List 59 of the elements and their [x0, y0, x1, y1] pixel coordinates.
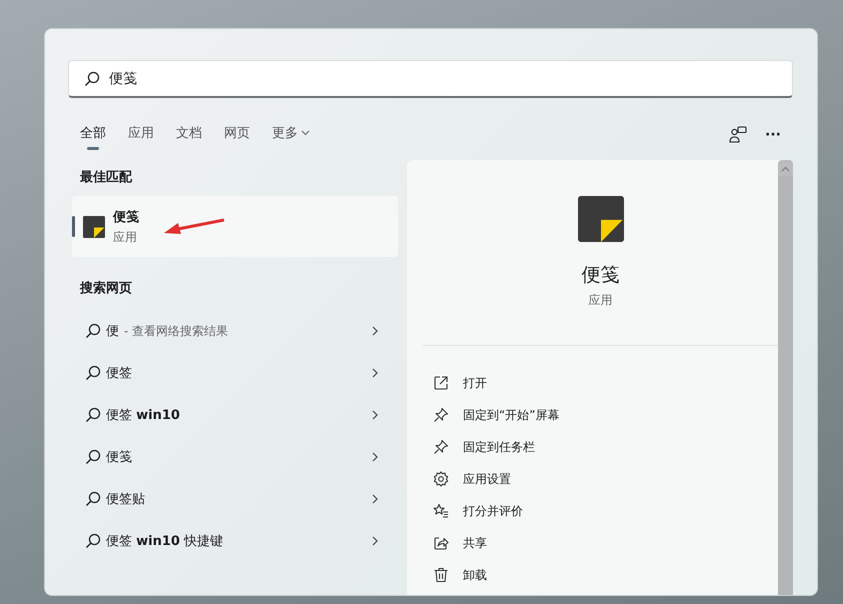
search-icon: [85, 323, 101, 339]
chevron-up-icon: [781, 166, 790, 172]
search-icon: [85, 449, 101, 465]
action-item[interactable]: 固定到“开始”屏幕: [423, 399, 778, 431]
result-text: 便签贴: [106, 491, 145, 508]
more-button[interactable]: ···: [763, 125, 783, 145]
chevron-right-icon: [372, 368, 378, 378]
web-result[interactable]: 便签 win10 快捷键: [72, 520, 398, 562]
search-icon: [85, 407, 101, 423]
result-text: 便笺: [106, 449, 132, 466]
web-result[interactable]: 便笺: [72, 436, 398, 478]
search-icon: [85, 533, 101, 549]
result-hint: - 查看网络搜索结果: [124, 322, 228, 340]
trash-icon: [433, 567, 449, 583]
web-result[interactable]: 便签 win10: [72, 394, 398, 436]
chevron-right-icon: [372, 452, 378, 462]
tab[interactable]: 网页: [224, 120, 250, 150]
best-match-item[interactable]: 便笺 应用: [72, 196, 398, 257]
section-heading: 最佳匹配: [79, 169, 134, 187]
result-text: 便签: [106, 365, 132, 382]
action-item[interactable]: 打分并评价: [423, 495, 778, 527]
open-external-icon: [433, 375, 449, 391]
result-text: 便: [106, 323, 119, 340]
tab[interactable]: 更多: [272, 120, 310, 150]
search-icon: [84, 71, 100, 87]
pin-icon: [433, 407, 449, 423]
action-item[interactable]: 卸载: [423, 559, 778, 591]
chevron-down-icon: [301, 130, 310, 136]
app-type: 应用: [113, 228, 138, 246]
settings-icon: [433, 471, 449, 487]
tab[interactable]: 应用: [128, 120, 154, 150]
share-icon: [433, 535, 449, 551]
star-list-icon: [433, 503, 449, 519]
result-text: 便签 win10: [106, 407, 180, 424]
app-name: 便笺: [113, 208, 139, 226]
web-result[interactable]: 便签贴: [72, 478, 398, 520]
action-item[interactable]: 应用设置: [423, 463, 778, 495]
selection-indicator: [72, 216, 75, 237]
sticky-note-icon: [83, 216, 105, 238]
chevron-right-icon: [372, 494, 378, 504]
search-field[interactable]: 便笺: [68, 60, 793, 98]
action-item[interactable]: 打开: [423, 367, 778, 399]
web-result[interactable]: 便签: [72, 352, 398, 394]
chevron-right-icon: [372, 410, 378, 420]
result-text: 便签 win10 快捷键: [106, 533, 224, 550]
tab[interactable]: 全部: [80, 120, 106, 150]
action-item[interactable]: 固定到任务栏: [423, 431, 778, 463]
web-result[interactable]: 便 - 查看网络搜索结果: [72, 310, 398, 352]
search-icon: [85, 491, 101, 507]
pin-icon: [433, 439, 449, 455]
app-type: 应用: [588, 292, 612, 309]
chevron-right-icon: [372, 536, 378, 546]
tab[interactable]: 文档: [176, 120, 202, 150]
chevron-right-icon: [372, 326, 378, 336]
annotation-arrow-icon: [162, 217, 226, 237]
action-item[interactable]: 共享: [423, 527, 778, 559]
search-icon: [85, 365, 101, 381]
section-heading: 搜索网页: [78, 280, 133, 298]
app-name: 便笺: [582, 263, 620, 288]
